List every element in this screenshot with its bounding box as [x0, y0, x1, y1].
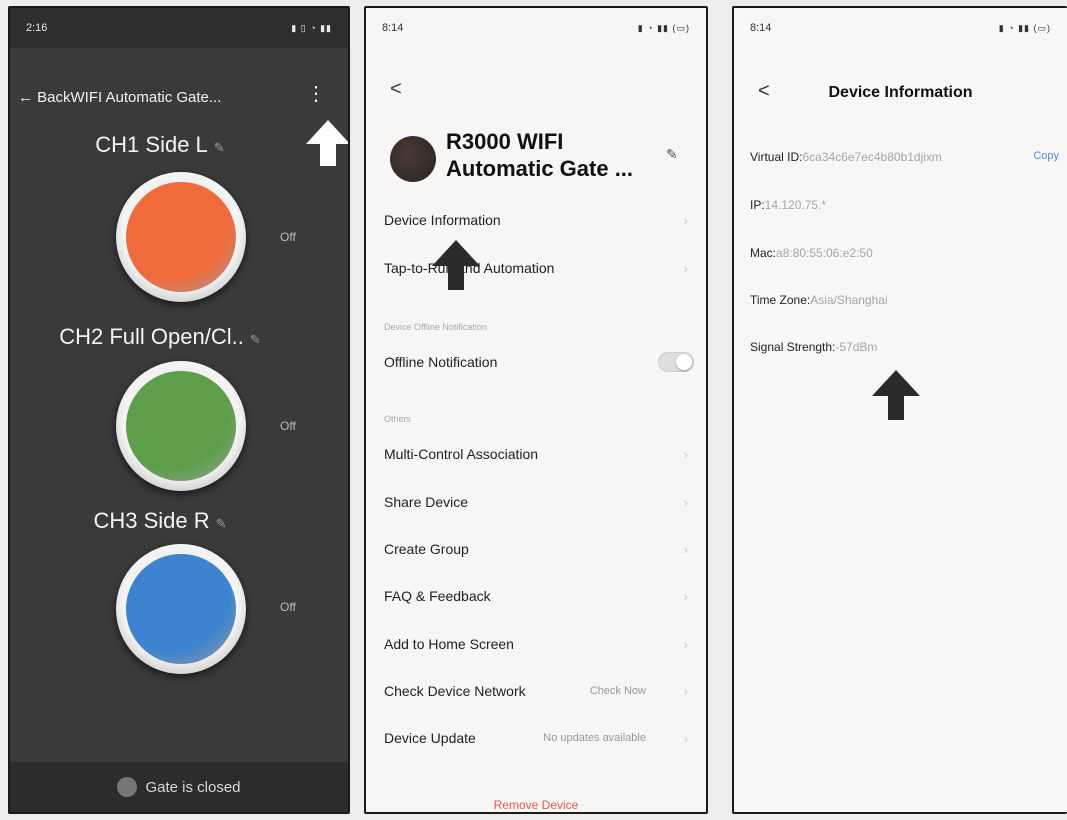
status-bar: 8:14 ▮ ◔ ▮▮ (▭) [734, 8, 1067, 48]
gate-status-icon [117, 777, 138, 797]
timezone-row: Time Zone:Asia/Shanghai [750, 293, 888, 307]
menu-create-group[interactable]: Create Group › [384, 541, 688, 557]
status-icons: ▮ ▯ ◔ ▮▮ [291, 22, 332, 33]
remove-device-button[interactable]: Remove Device [366, 798, 706, 812]
menu-multi-control[interactable]: Multi-Control Association › [384, 446, 688, 462]
status-time: 8:14 [382, 22, 404, 34]
ch3-button-face [126, 554, 236, 664]
toggle-knob [676, 354, 692, 370]
check-now-hint: Check Now [589, 685, 646, 697]
menu-tap-to-run[interactable]: Tap-to-Run and Automation › [384, 260, 688, 276]
status-bar: 8:14 ▮ ◔ ▮▮ (▭) [366, 8, 706, 48]
channel-label: CH2 Full Open/Cl.. ✎ [59, 324, 261, 349]
channel-label: CH1 Side L ✎ [95, 132, 225, 157]
chevron-right-icon: › [683, 212, 688, 228]
ch1-state: Off [280, 230, 296, 244]
menu-offline-notification: Offline Notification [384, 354, 498, 370]
channel-label: CH3 Side R ✎ [93, 508, 227, 533]
ch3-button[interactable] [116, 544, 246, 674]
settings-screen: 8:14 ▮ ◔ ▮▮ (▭) < R3000 WIFI Automatic G… [364, 6, 708, 814]
mac-row: Mac:a8:80:55:06:e2:50 [750, 246, 873, 260]
menu-share-device[interactable]: Share Device › [384, 494, 688, 510]
status-time: 2:16 [26, 22, 48, 34]
menu-add-home-screen[interactable]: Add to Home Screen › [384, 636, 688, 652]
back-chevron-icon[interactable]: < [390, 78, 402, 101]
copy-button[interactable]: Copy [1033, 150, 1059, 162]
ch1-button[interactable] [116, 172, 246, 302]
menu-faq-feedback[interactable]: FAQ & Feedback › [384, 588, 688, 604]
chevron-right-icon: › [683, 588, 688, 604]
ch3-state: Off [280, 600, 296, 614]
virtual-id-row: Virtual ID:6ca34c6e7ec4b80b1djixm [750, 150, 942, 164]
device-name: R3000 WIFI Automatic Gate ... [446, 129, 634, 181]
chevron-right-icon: › [683, 730, 688, 746]
chevron-right-icon: › [683, 683, 688, 699]
edit-pen-icon[interactable]: ✎ [214, 140, 225, 155]
ch2-state: Off [280, 419, 296, 433]
vertical-dots-icon[interactable]: ⋮ [306, 84, 326, 104]
ch2-button-face [126, 371, 236, 481]
offline-notification-toggle[interactable] [658, 352, 694, 372]
chevron-right-icon: › [683, 446, 688, 462]
device-information-screen: 8:14 ▮ ◔ ▮▮ (▭) < Device Information Vir… [732, 6, 1067, 814]
control-header: ← BackWIFI Automatic Gate... ⋮ [10, 82, 348, 112]
control-screen: 2:16 ▮ ▯ ◔ ▮▮ ← BackWIFI Automatic Gate.… [8, 6, 350, 814]
status-icons: ▮ ◔ ▮▮ (▭) [998, 22, 1051, 33]
back-button[interactable]: ← BackWIFI Automatic Gate... [18, 89, 221, 106]
status-time: 8:14 [750, 22, 772, 34]
edit-pen-icon[interactable]: ✎ [666, 146, 678, 163]
ip-row: IP:14.120.75.* [750, 198, 827, 212]
section-label: Others [384, 414, 412, 424]
menu-device-information[interactable]: Device Information › [384, 212, 688, 228]
edit-pen-icon[interactable]: ✎ [216, 516, 227, 531]
device-avatar [390, 136, 436, 182]
status-icons: ▮ ◔ ▮▮ (▭) [637, 22, 690, 33]
menu-device-update[interactable]: Device Update No updates available › [384, 730, 688, 746]
gate-status-bar: Gate is closed [10, 762, 348, 812]
section-label: Device Offline Notification [384, 322, 487, 332]
status-bar: 2:16 ▮ ▯ ◔ ▮▮ [10, 8, 348, 48]
menu-check-network[interactable]: Check Device Network Check Now › [384, 683, 688, 699]
ch2-button[interactable] [116, 361, 246, 491]
page-title: Device Information [828, 84, 973, 101]
chevron-right-icon: › [683, 541, 688, 557]
chevron-right-icon: › [683, 260, 688, 276]
chevron-right-icon: › [683, 494, 688, 510]
update-status-hint: No updates available [543, 732, 646, 744]
edit-pen-icon[interactable]: ✎ [250, 332, 261, 347]
chevron-right-icon: › [683, 636, 688, 652]
signal-strength-row: Signal Strength:-57dBm [750, 340, 878, 354]
gate-status-text: Gate is closed [145, 778, 241, 796]
ch1-button-face [126, 182, 236, 292]
